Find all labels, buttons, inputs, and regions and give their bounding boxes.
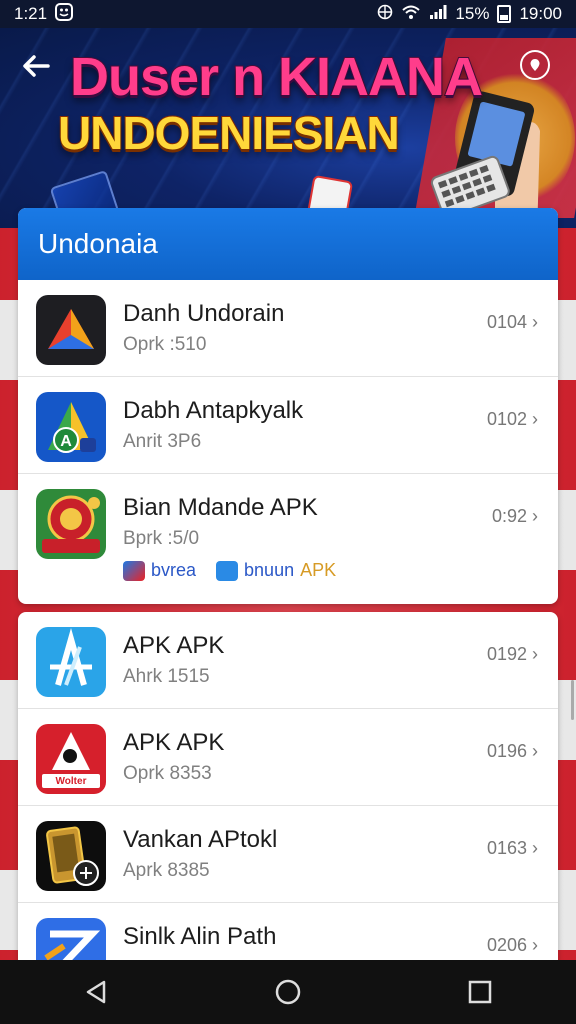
app-subtitle: Oprk :510 (123, 334, 207, 355)
app-tags: bvrea bnuun APK (123, 560, 336, 581)
app-row[interactable]: APK APK Ahrk 1515 0192 › (18, 612, 558, 709)
app-meta: 0163 › (486, 838, 538, 858)
location-icon (530, 59, 540, 71)
info-button[interactable] (520, 50, 550, 80)
app-icon-label: Wolter (55, 776, 87, 787)
notification-icon (55, 2, 74, 26)
download-icon (216, 560, 239, 581)
app-meta: 0192 › (486, 644, 538, 664)
nav-home-button[interactable] (258, 962, 318, 1022)
tag-suffix: APK (300, 560, 337, 580)
arrow-left-icon (23, 55, 50, 77)
app-meta: 0196 › (486, 741, 538, 761)
app-row[interactable]: Bian Mdande APK Bprk :5/0 0:92 › bvrea b… (18, 474, 558, 600)
app-meta: 0:92 › (491, 506, 538, 526)
tag-label: bnuun (244, 560, 295, 580)
navigation-bar (0, 960, 576, 1024)
wifi-icon (401, 4, 421, 25)
nav-back-button[interactable] (66, 962, 126, 1022)
app-row[interactable]: A Dabh Antapkyalk Anrit 3P6 0102 › (18, 377, 558, 474)
play-store-icon (123, 560, 145, 581)
battery-icon (497, 5, 512, 23)
app-name: Danh Undorain (123, 300, 285, 327)
app-subtitle: Ahrk 1515 (123, 666, 210, 687)
tag-link[interactable]: bnuun APK (216, 560, 336, 581)
app-meta: 0102 › (486, 409, 538, 429)
nav-recents-button[interactable] (450, 962, 510, 1022)
svg-text:A: A (60, 433, 72, 450)
signal-icon (429, 4, 447, 25)
red-a-icon: Wolter (36, 724, 106, 794)
badge-icon (36, 489, 106, 559)
tag-link[interactable]: bvrea (123, 560, 196, 581)
app-subtitle: Anrit 3P6 (123, 431, 202, 452)
app-name: Vankan APtokl (123, 826, 278, 853)
app-meta: 0206 › (486, 935, 538, 955)
app-subtitle: Bprk :5/0 (123, 528, 200, 549)
app-name: APK APK (123, 729, 225, 756)
section-title: Undonaia (18, 208, 558, 280)
banner-title-line1: Duser n KIAANA (69, 46, 484, 108)
status-time-right: 19:00 (519, 4, 562, 23)
back-button[interactable] (16, 50, 56, 90)
vpn-icon (377, 4, 393, 25)
scrollbar[interactable] (571, 680, 574, 720)
banner-title-line2: UNDOENIESIAN (57, 106, 401, 160)
battery-percent: 15% (455, 4, 490, 23)
header-banner: Duser n KIAANA UNDOENIESIAN (0, 28, 576, 228)
app-meta: 0104 › (486, 312, 538, 332)
blue-a-icon (36, 627, 106, 697)
green-a-icon: A (36, 392, 106, 462)
app-row[interactable]: Vankan APtokl Aprk 8385 0163 › (18, 806, 558, 903)
recents-icon (468, 980, 492, 1004)
app-row[interactable]: Danh Undorain Oprk :510 0104 › (18, 280, 558, 377)
app-name: Dabh Antapkyalk (123, 397, 304, 424)
app-row[interactable]: Wolter APK APK Oprk 8353 0196 › (18, 709, 558, 806)
app-list-card: Undonaia Danh Undorain Oprk :510 0104 › … (18, 208, 558, 604)
app-name: Bian Mdande APK (123, 494, 318, 521)
app-name: Sinlk Alin Path (123, 923, 277, 950)
status-bar: 1:21 15% 19:00 (0, 0, 576, 28)
home-icon (275, 979, 301, 1005)
app-subtitle: Oprk 8353 (123, 763, 212, 784)
app-name: APK APK (123, 632, 225, 659)
app-subtitle: Aprk 8385 (123, 860, 210, 881)
tag-label: bvrea (151, 560, 197, 580)
red-triangle-icon (36, 295, 106, 365)
back-icon (86, 980, 106, 1004)
app-list-card: APK APK Ahrk 1515 0192 › Wolter APK APK … (18, 612, 558, 972)
gold-phone-icon (36, 821, 106, 891)
status-time-left: 1:21 (14, 4, 48, 23)
